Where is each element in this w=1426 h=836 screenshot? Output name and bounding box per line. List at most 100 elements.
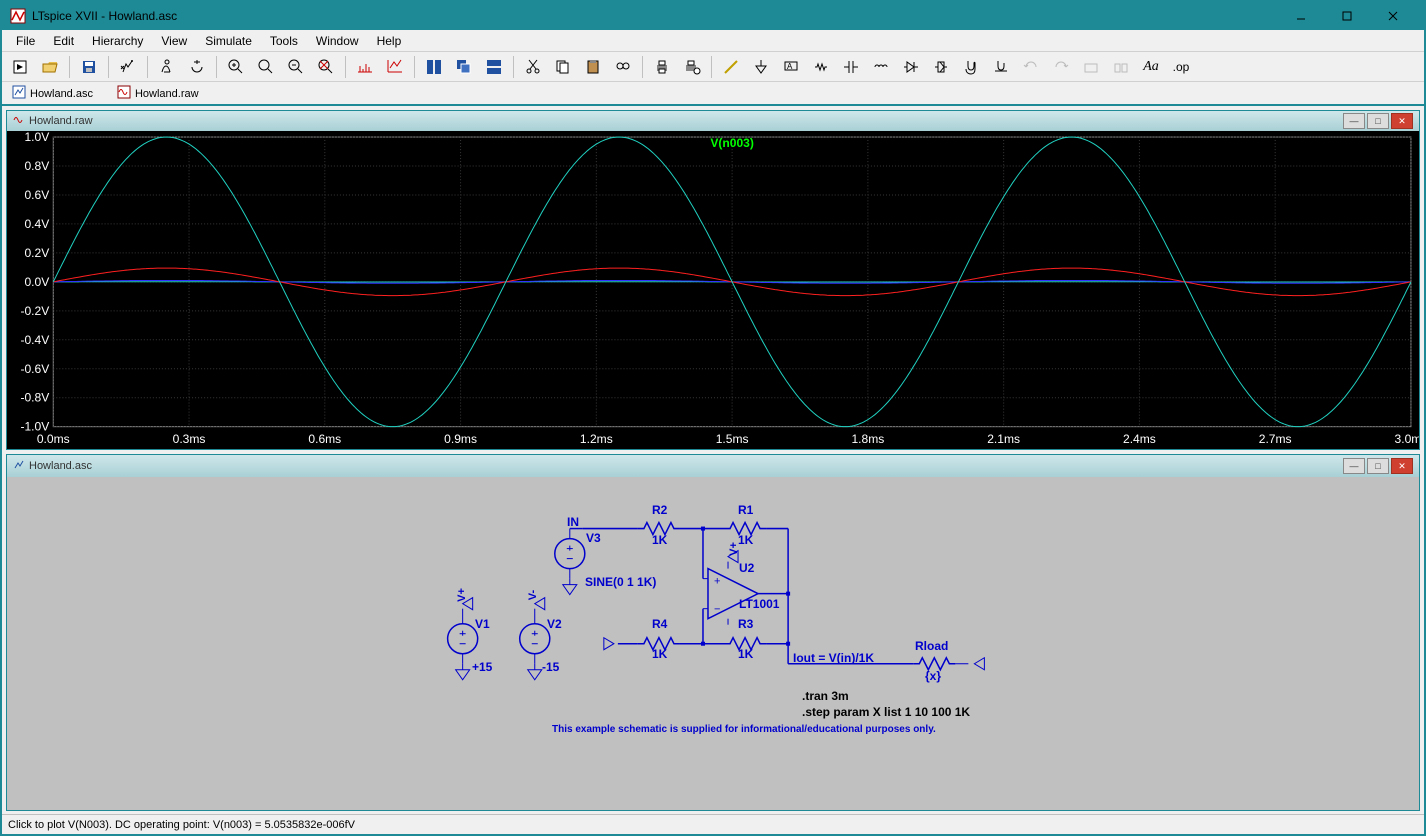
close-window-icon[interactable]: [480, 54, 508, 80]
svg-text:+: +: [714, 576, 720, 588]
zoom-out-icon[interactable]: [282, 54, 310, 80]
minimize-button[interactable]: [1278, 2, 1324, 30]
tile-windows-icon[interactable]: [420, 54, 448, 80]
comp-label-rload: Rload: [915, 639, 948, 653]
diode-icon[interactable]: [897, 54, 925, 80]
comp-label-u2-part: LT1001: [739, 597, 779, 611]
mdi-maximize-button[interactable]: □: [1367, 458, 1389, 474]
waveform-icon: [117, 85, 131, 102]
capacitor-icon[interactable]: [837, 54, 865, 80]
menu-help[interactable]: Help: [369, 32, 410, 50]
svg-text:0.2V: 0.2V: [24, 246, 49, 260]
find-icon[interactable]: [609, 54, 637, 80]
redo-icon[interactable]: [1047, 54, 1075, 80]
waveform-plot[interactable]: 0.0ms0.3ms0.6ms0.9ms1.2ms1.5ms1.8ms2.1ms…: [7, 131, 1419, 449]
window-title: LTspice XVII - Howland.asc: [32, 9, 1278, 23]
mdi-minimize-button[interactable]: —: [1343, 113, 1365, 129]
undo-icon[interactable]: [1017, 54, 1045, 80]
menu-hierarchy[interactable]: Hierarchy: [84, 32, 151, 50]
halt-icon[interactable]: [183, 54, 211, 80]
comp-value-r1: 1K: [738, 533, 753, 547]
ground-icon[interactable]: [747, 54, 775, 80]
menu-window[interactable]: Window: [308, 32, 367, 50]
paste-icon[interactable]: [579, 54, 607, 80]
comp-label-v2: V2: [547, 617, 562, 631]
text-icon[interactable]: Aa: [1137, 54, 1165, 80]
spice-directive-icon[interactable]: .op: [1167, 54, 1195, 80]
pan-icon[interactable]: [252, 54, 280, 80]
mdi-minimize-button[interactable]: —: [1343, 458, 1365, 474]
schematic-icon: [13, 459, 25, 474]
resistor-icon[interactable]: [807, 54, 835, 80]
menu-file[interactable]: File: [8, 32, 43, 50]
schematic-window-title: Howland.asc: [29, 460, 92, 472]
document-tabs: Howland.asc Howland.raw: [2, 82, 1424, 106]
move-icon[interactable]: [957, 54, 985, 80]
comp-value-v3: SINE(0 1 1K): [585, 575, 656, 589]
svg-text:-0.8V: -0.8V: [20, 391, 49, 405]
mdi-maximize-button[interactable]: □: [1367, 113, 1389, 129]
svg-text:1.8ms: 1.8ms: [851, 432, 884, 446]
tab-label: Howland.asc: [30, 88, 93, 100]
inductor-icon[interactable]: [867, 54, 895, 80]
svg-text:1.0V: 1.0V: [24, 131, 49, 144]
mdi-close-button[interactable]: ✕: [1391, 458, 1413, 474]
plot-window-titlebar[interactable]: Howland.raw — □ ✕: [7, 111, 1419, 131]
close-button[interactable]: [1370, 2, 1416, 30]
autorange-y-icon[interactable]: [381, 54, 409, 80]
app-icon: [10, 8, 26, 24]
tab-waveform[interactable]: Howland.raw: [111, 83, 205, 104]
svg-text:0.8V: 0.8V: [24, 159, 49, 173]
plot-window: Howland.raw — □ ✕ 0.0ms0.3ms0.6ms0.9ms1.…: [6, 110, 1420, 450]
svg-text:0.6V: 0.6V: [24, 188, 49, 202]
new-schematic-icon[interactable]: [6, 54, 34, 80]
net-label-in: IN: [567, 515, 579, 529]
save-icon[interactable]: [75, 54, 103, 80]
schematic-canvas[interactable]: +− IN V3 SINE(0 1 1K) R2 1K R1 1K U2 LT1…: [7, 477, 1419, 810]
svg-text:2.4ms: 2.4ms: [1123, 432, 1156, 446]
comp-value-v2: -15: [542, 660, 559, 674]
mdi-close-button[interactable]: ✕: [1391, 113, 1413, 129]
cascade-windows-icon[interactable]: [450, 54, 478, 80]
comp-label-r2: R2: [652, 503, 667, 517]
mirror-icon[interactable]: [1107, 54, 1135, 80]
svg-text:2.7ms: 2.7ms: [1259, 432, 1292, 446]
comp-label-r3: R3: [738, 617, 753, 631]
waveform-icon: [13, 114, 25, 129]
print-icon[interactable]: [648, 54, 676, 80]
svg-text:-1.0V: -1.0V: [20, 420, 49, 434]
svg-text:-0.4V: -0.4V: [20, 333, 49, 347]
component-icon[interactable]: [927, 54, 955, 80]
schematic-window: Howland.asc — □ ✕ +− IN V3 SINE(0 1 1K) …: [6, 454, 1420, 811]
titlebar[interactable]: LTspice XVII - Howland.asc: [2, 2, 1424, 30]
rotate-icon[interactable]: [1077, 54, 1105, 80]
net-label-vminus: V-: [527, 590, 539, 600]
control-panel-icon[interactable]: [114, 54, 142, 80]
menu-tools[interactable]: Tools: [262, 32, 306, 50]
comp-label-r1: R1: [738, 503, 753, 517]
zoom-fit-icon[interactable]: [312, 54, 340, 80]
svg-text:-0.6V: -0.6V: [20, 362, 49, 376]
comp-label-v1: V1: [475, 617, 490, 631]
cut-icon[interactable]: [519, 54, 547, 80]
draw-wire-icon[interactable]: [717, 54, 745, 80]
run-icon[interactable]: [153, 54, 181, 80]
copy-icon[interactable]: [549, 54, 577, 80]
label-net-icon[interactable]: A: [777, 54, 805, 80]
menu-edit[interactable]: Edit: [45, 32, 82, 50]
maximize-button[interactable]: [1324, 2, 1370, 30]
tab-label: Howland.raw: [135, 88, 199, 100]
menu-simulate[interactable]: Simulate: [197, 32, 260, 50]
tab-schematic[interactable]: Howland.asc: [6, 83, 99, 104]
print-setup-icon[interactable]: [678, 54, 706, 80]
toolbar: A Aa .op: [2, 52, 1424, 82]
zoom-in-icon[interactable]: [222, 54, 250, 80]
plot-area[interactable]: 0.0ms0.3ms0.6ms0.9ms1.2ms1.5ms1.8ms2.1ms…: [7, 131, 1419, 449]
status-text: Click to plot V(N003). DC operating poin…: [8, 819, 355, 831]
autorange-x-icon[interactable]: [351, 54, 379, 80]
menu-view[interactable]: View: [153, 32, 195, 50]
schematic-window-titlebar[interactable]: Howland.asc — □ ✕: [7, 455, 1419, 477]
drag-icon[interactable]: [987, 54, 1015, 80]
comp-value-r3: 1K: [738, 647, 753, 661]
open-icon[interactable]: [36, 54, 64, 80]
